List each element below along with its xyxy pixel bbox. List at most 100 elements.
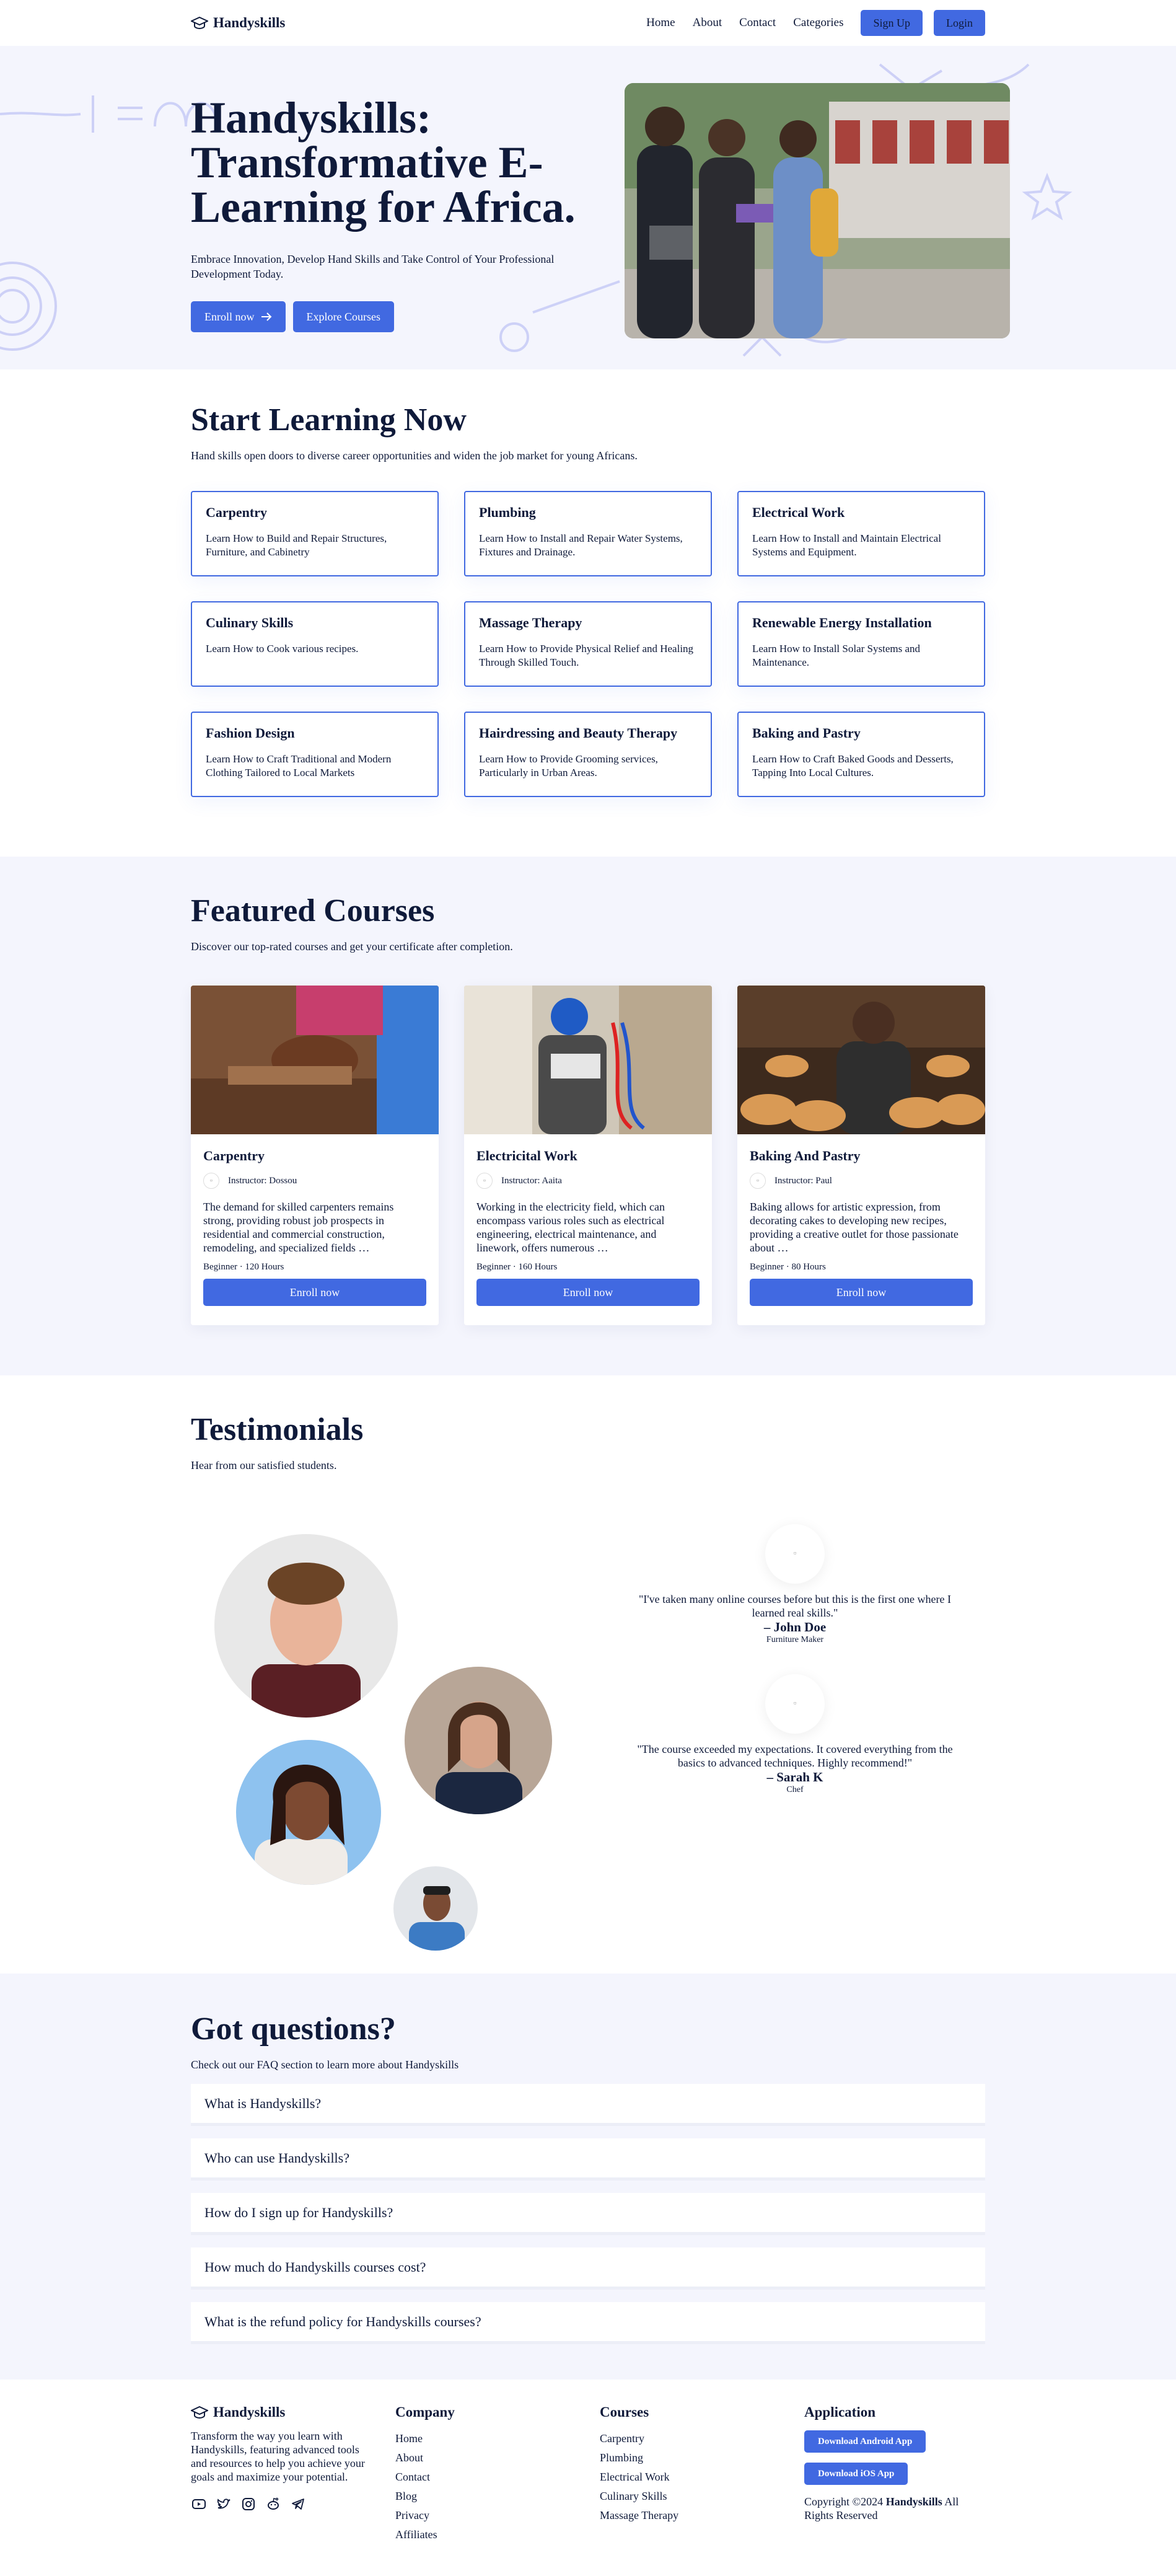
copyright-brand: Handyskills [885,2495,942,2508]
faq-item[interactable]: How do I sign up for Handyskills? [191,2193,985,2235]
hero-content: Handyskills: Transformative E-Learning f… [191,95,587,332]
skill-card-renewable[interactable]: Renewable Energy Installation Learn How t… [737,601,985,687]
footer-course-plumbing[interactable]: Plumbing [600,2448,804,2468]
instructor-name: Instructor: Dossou [228,1175,297,1186]
course-instructor: ▫ Instructor: Dossou [203,1173,426,1189]
youtube-icon[interactable] [191,2496,207,2512]
footer-brand-column: Handyskills Transform the way you learn … [191,2404,395,2544]
testimonial-avatar-icon: ▫ [765,1524,825,1584]
hero-title: Handyskills: Transformative E-Learning f… [191,93,576,232]
faq-item[interactable]: What is the refund policy for Handyskill… [191,2302,985,2344]
footer-logo[interactable]: Handyskills [191,2404,395,2420]
faq-item[interactable]: What is Handyskills? [191,2084,985,2126]
skill-card-carpentry[interactable]: Carpentry Learn How to Build and Repair S… [191,491,439,576]
testimonial-quote: "I've taken many online courses before b… [639,1593,951,1619]
footer-course-culinary[interactable]: Culinary Skills [600,2487,804,2506]
telegram-icon[interactable] [290,2496,306,2512]
top-nav: Handyskills Home About Contact Categorie… [191,0,985,46]
skill-card-massage[interactable]: Massage Therapy Learn How to Provide Phys… [464,601,712,687]
course-enroll-button[interactable]: Enroll now [476,1279,700,1306]
skill-desc: Learn How to Cook various recipes. [206,643,359,655]
footer-course-electrical[interactable]: Electrical Work [600,2468,804,2487]
skills-grid: Carpentry Learn How to Build and Repair S… [191,491,985,797]
course-instructor: ▫ Instructor: Aaita [476,1173,700,1189]
testimonial-role: Furniture Maker [766,1635,824,1644]
faq-item[interactable]: How much do Handyskills courses cost? [191,2247,985,2290]
skill-card-culinary[interactable]: Culinary Skills Learn How to Cook various… [191,601,439,687]
signup-button[interactable]: Sign Up [861,10,923,36]
skill-card-fashion[interactable]: Fashion Design Learn How to Craft Traditi… [191,712,439,797]
course-description: Working in the electricity field, which … [476,1201,665,1254]
skill-title: Electrical Work [752,505,845,520]
reddit-icon[interactable] [265,2496,281,2512]
footer-courses-title: Courses [600,2404,649,2420]
skill-desc: Learn How to Provide Physical Relief and… [479,643,694,668]
faq-item[interactable]: Who can use Handyskills? [191,2138,985,2181]
testimonials-subtitle: Hear from our satisfied students. [191,1459,337,1471]
skill-card-electrical[interactable]: Electrical Work Learn How to Install and … [737,491,985,576]
course-instructor: ▫ Instructor: Paul [750,1173,973,1189]
learn-title: Start Learning Now [191,402,467,438]
skill-title: Culinary Skills [206,615,294,630]
course-card-baking: Baking And Pastry ▫ Instructor: Paul Baki… [737,986,985,1325]
brand-logo[interactable]: Handyskills [191,15,285,31]
graduation-cap-icon [191,2406,208,2419]
footer-link-contact[interactable]: Contact [395,2468,600,2487]
skill-desc: Learn How to Craft Baked Goods and Desse… [752,753,954,779]
skill-card-hairdressing[interactable]: Hairdressing and Beauty Therapy Learn How… [464,712,712,797]
skill-card-plumbing[interactable]: Plumbing Learn How to Install and Repair … [464,491,712,576]
footer-course-massage[interactable]: Massage Therapy [600,2506,804,2525]
course-enroll-button[interactable]: Enroll now [203,1279,426,1306]
courses-grid: Carpentry ▫ Instructor: Dossou The demand… [191,986,985,1325]
footer-link-privacy[interactable]: Privacy [395,2506,600,2525]
footer-company-title: Company [395,2404,455,2420]
course-meta: Beginner · 160 Hours [476,1262,558,1272]
course-title: Baking And Pastry [750,1148,861,1163]
nav-link-categories[interactable]: Categories [793,16,843,30]
testimonial-name: – John Doe [763,1620,827,1634]
course-title: Carpentry [203,1148,265,1163]
nav-link-home[interactable]: Home [646,16,675,30]
footer-link-about[interactable]: About [395,2448,600,2468]
footer-link-affiliates[interactable]: Affiliates [395,2525,600,2544]
twitter-icon[interactable] [216,2496,232,2512]
login-button[interactable]: Login [934,10,985,36]
copyright-prefix: Copyright ©2024 [804,2495,886,2508]
explore-courses-button[interactable]: Explore Courses [292,301,394,332]
footer-link-home[interactable]: Home [395,2429,600,2448]
course-card-carpentry: Carpentry ▫ Instructor: Dossou The demand… [191,986,439,1325]
footer-brand-name: Handyskills [213,2404,286,2420]
skill-card-baking[interactable]: Baking and Pastry Learn How to Craft Bake… [737,712,985,797]
footer-link-blog[interactable]: Blog [395,2487,600,2506]
featured-subtitle: Discover our top-rated courses and get y… [191,940,513,953]
faq-list: What is Handyskills? Who can use Handysk… [191,2084,985,2344]
instructor-avatar-icon: ▫ [750,1173,766,1189]
course-meta: Beginner · 80 Hours [750,1262,826,1272]
skill-desc: Learn How to Install Solar Systems and M… [752,643,921,668]
skill-title: Plumbing [479,505,536,520]
skill-title: Baking and Pastry [752,725,861,741]
testimonial-avatar-icon: ▫ [765,1674,825,1734]
student-photo-man [214,1534,398,1718]
footer-application-column: Application Download Android App Downloa… [804,2404,985,2544]
footer-course-carpentry[interactable]: Carpentry [600,2429,804,2448]
faq-subtitle: Check out our FAQ section to learn more … [191,2058,459,2071]
arrow-right-icon [261,312,271,321]
download-android-button[interactable]: Download Android App [804,2430,926,2453]
instructor-name: Instructor: Paul [774,1175,832,1186]
course-enroll-button[interactable]: Enroll now [750,1279,973,1306]
hero-enroll-button[interactable]: Enroll now [191,301,286,332]
instagram-icon[interactable] [240,2496,257,2512]
student-photo-man-2 [393,1866,478,1951]
skill-desc: Learn How to Craft Traditional and Moder… [206,753,392,779]
skill-desc: Learn How to Install and Repair Water Sy… [479,532,683,558]
nav-link-about[interactable]: About [693,16,722,30]
hero-buttons: Enroll now Explore Courses [191,301,587,332]
skill-desc: Learn How to Provide Grooming services, … [479,753,658,779]
hero-students-image [625,83,1010,338]
nav-links: Home About Contact Categories Sign Up Lo… [646,10,985,36]
skill-title: Fashion Design [206,725,295,741]
faq-section: Got questions? Check out our FAQ section… [0,1974,1176,2380]
nav-link-contact[interactable]: Contact [739,16,776,30]
download-ios-button[interactable]: Download iOS App [804,2463,908,2485]
